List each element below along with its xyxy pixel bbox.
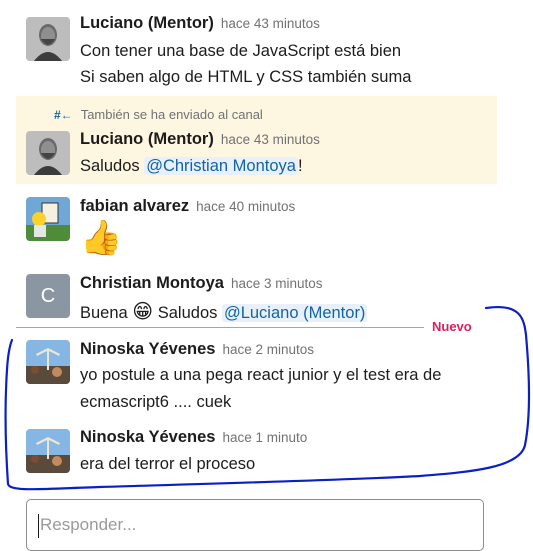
channel-share-icon: #← bbox=[54, 108, 73, 122]
message-text: yo postule a una pega react junior y el … bbox=[80, 366, 442, 384]
avatar-christian[interactable]: C bbox=[26, 274, 70, 318]
message-text: Si saben algo de HTML y CSS también suma bbox=[80, 68, 412, 86]
author-name[interactable]: Luciano (Mentor) bbox=[80, 130, 214, 148]
shared-note-text: También se ha enviado al canal bbox=[80, 107, 263, 122]
text-segment: ! bbox=[297, 157, 303, 175]
shared-to-channel-note[interactable]: #← También se ha enviado al canal bbox=[54, 107, 263, 122]
author-name[interactable]: Luciano (Mentor) bbox=[80, 14, 214, 32]
timestamp[interactable]: hace 43 minutos bbox=[221, 132, 320, 147]
text-caret bbox=[38, 514, 39, 538]
avatar-ninoska[interactable] bbox=[26, 429, 70, 473]
timestamp[interactable]: hace 43 minutos bbox=[221, 16, 320, 31]
timestamp[interactable]: hace 2 minutos bbox=[222, 342, 314, 357]
avatar-luciano[interactable] bbox=[26, 131, 70, 175]
author-name[interactable]: Ninoska Yévenes bbox=[80, 340, 215, 358]
avatar-ninoska[interactable] bbox=[26, 340, 70, 384]
author-name[interactable]: Christian Montoya bbox=[80, 274, 224, 292]
grin-emoji[interactable]: 😁 bbox=[132, 301, 153, 323]
text-segment: Saludos bbox=[80, 157, 145, 175]
new-messages-label: Nuevo bbox=[432, 319, 472, 334]
avatar-luciano[interactable] bbox=[26, 17, 70, 61]
user-mention[interactable]: @Christian Montoya bbox=[144, 157, 298, 175]
message-text: Buena 😁 Saludos @Luciano (Mentor) bbox=[80, 299, 368, 324]
reply-box[interactable] bbox=[26, 499, 484, 551]
reply-input[interactable] bbox=[40, 511, 460, 539]
message-text: Con tener una base de JavaScript está bi… bbox=[80, 42, 402, 60]
text-segment: Buena bbox=[80, 304, 133, 322]
avatar-fabian[interactable] bbox=[26, 197, 70, 241]
user-mention[interactable]: @Luciano (Mentor) bbox=[221, 304, 368, 322]
message-text: ecmascript6 .... cuek bbox=[80, 393, 232, 411]
timestamp[interactable]: hace 1 minuto bbox=[222, 430, 307, 445]
avatar-letter: C bbox=[40, 285, 56, 307]
text-segment: Saludos bbox=[153, 304, 222, 322]
thumbs-up-emoji[interactable]: 👍 bbox=[80, 218, 122, 258]
author-name[interactable]: fabian alvarez bbox=[80, 197, 189, 215]
timestamp[interactable]: hace 3 minutos bbox=[231, 276, 323, 291]
message-text: era del terror el proceso bbox=[80, 455, 256, 473]
author-name[interactable]: Ninoska Yévenes bbox=[80, 428, 215, 446]
timestamp[interactable]: hace 40 minutos bbox=[196, 199, 295, 214]
new-messages-divider bbox=[16, 327, 424, 328]
message-text: Saludos @Christian Montoya! bbox=[80, 157, 303, 176]
